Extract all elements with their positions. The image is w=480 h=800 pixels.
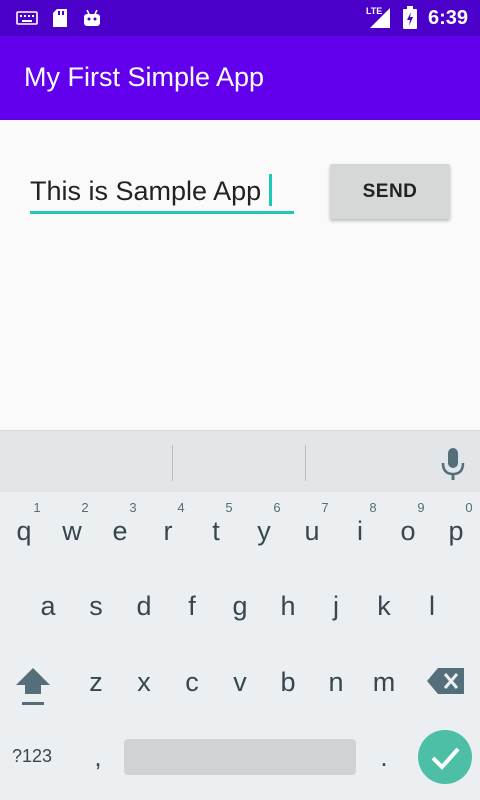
key-label: p — [448, 516, 464, 546]
key-label: l — [429, 591, 435, 621]
battery-charging-icon — [402, 6, 417, 29]
message-input[interactable]: This is Sample App — [30, 172, 294, 214]
suggestion-divider — [305, 445, 306, 481]
key-number-hint: 5 — [225, 500, 233, 515]
key-t[interactable]: t5 — [192, 500, 240, 562]
comma-key[interactable]: , — [88, 742, 108, 773]
key-n[interactable]: n — [312, 651, 360, 713]
key-label: i — [357, 516, 363, 546]
send-button[interactable]: SEND — [330, 164, 450, 219]
key-label: o — [400, 516, 416, 546]
symbols-key[interactable]: ?123 — [12, 746, 52, 767]
key-label: c — [185, 667, 199, 697]
key-label: f — [188, 591, 196, 621]
key-label: a — [40, 591, 56, 621]
key-label: b — [280, 667, 296, 697]
key-label: h — [280, 591, 296, 621]
key-label: q — [16, 516, 32, 546]
key-p[interactable]: p0 — [432, 500, 480, 562]
key-label: u — [304, 516, 320, 546]
key-e[interactable]: e3 — [96, 500, 144, 562]
key-s[interactable]: s — [72, 575, 120, 637]
key-number-hint: 4 — [177, 500, 185, 515]
message-input-value[interactable]: This is Sample App — [30, 176, 261, 207]
key-j[interactable]: j — [312, 575, 360, 637]
text-cursor — [269, 174, 272, 206]
key-v[interactable]: v — [216, 651, 264, 713]
key-number-hint: 1 — [33, 500, 41, 515]
android-icon — [84, 9, 100, 26]
key-f[interactable]: f — [168, 575, 216, 637]
key-z[interactable]: z — [72, 651, 120, 713]
key-label: y — [257, 516, 271, 546]
key-label: j — [333, 591, 339, 621]
key-x[interactable]: x — [120, 651, 168, 713]
key-number-hint: 0 — [465, 500, 473, 515]
key-label: k — [377, 591, 391, 621]
key-c[interactable]: c — [168, 651, 216, 713]
period-key[interactable]: . — [374, 742, 394, 773]
key-number-hint: 6 — [273, 500, 281, 515]
key-label: s — [89, 591, 103, 621]
status-bar: LTE 6:39 — [0, 0, 480, 36]
suggestion-strip — [0, 430, 480, 492]
key-number-hint: 8 — [369, 500, 377, 515]
enter-key[interactable] — [418, 730, 472, 784]
key-label: g — [232, 591, 248, 621]
key-label: z — [89, 667, 103, 697]
key-number-hint: 3 — [129, 500, 137, 515]
key-h[interactable]: h — [264, 575, 312, 637]
signal-icon: LTE — [366, 6, 392, 30]
key-number-hint: 7 — [321, 500, 329, 515]
app-bar: My First Simple App — [0, 36, 480, 120]
key-label: r — [163, 516, 173, 546]
key-a[interactable]: a — [24, 575, 72, 637]
microphone-icon[interactable] — [440, 447, 466, 481]
shift-icon[interactable] — [12, 664, 54, 708]
space-bar[interactable] — [124, 739, 356, 775]
key-label: e — [112, 516, 128, 546]
main-content: This is Sample App SEND — [0, 120, 480, 430]
key-label: m — [372, 667, 396, 697]
key-i[interactable]: i8 — [336, 500, 384, 562]
backspace-icon[interactable] — [426, 666, 466, 696]
key-label: d — [136, 591, 152, 621]
key-l[interactable]: l — [408, 575, 456, 637]
key-label: n — [328, 667, 344, 697]
keyboard-icon — [16, 11, 38, 25]
key-label: v — [233, 667, 247, 697]
key-q[interactable]: q1 — [0, 500, 48, 562]
key-d[interactable]: d — [120, 575, 168, 637]
key-u[interactable]: u7 — [288, 500, 336, 562]
key-number-hint: 9 — [417, 500, 425, 515]
key-number-hint: 2 — [81, 500, 89, 515]
key-label: x — [137, 667, 151, 697]
key-r[interactable]: r4 — [144, 500, 192, 562]
status-time: 6:39 — [427, 6, 468, 29]
key-o[interactable]: o9 — [384, 500, 432, 562]
app-title: My First Simple App — [24, 62, 265, 92]
key-b[interactable]: b — [264, 651, 312, 713]
key-y[interactable]: y6 — [240, 500, 288, 562]
key-m[interactable]: m — [360, 651, 408, 713]
suggestion-divider — [172, 445, 173, 481]
key-label: w — [62, 516, 82, 546]
check-icon — [431, 747, 460, 770]
key-w[interactable]: w2 — [48, 500, 96, 562]
key-k[interactable]: k — [360, 575, 408, 637]
key-label: t — [212, 516, 220, 546]
sd-card-icon — [53, 9, 67, 27]
key-g[interactable]: g — [216, 575, 264, 637]
